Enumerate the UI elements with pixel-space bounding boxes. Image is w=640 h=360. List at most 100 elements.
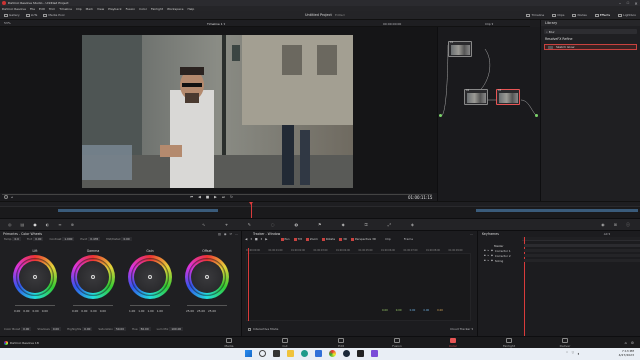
file-explorer-icon[interactable] — [287, 350, 294, 357]
menu-item-trim[interactable]: Trim — [49, 7, 55, 11]
library-search[interactable]: ⌕ Blur — [544, 29, 637, 34]
menu-item-playback[interactable]: Playback — [108, 7, 121, 11]
menu-item-workspace[interactable]: Workspace — [167, 7, 183, 11]
color-wheel[interactable] — [13, 255, 57, 299]
param-value[interactable]: 0.00 — [21, 327, 32, 331]
keyframe-diamond-icon[interactable]: ◆ — [491, 249, 493, 252]
wheel-value[interactable]: 1.00 — [157, 309, 163, 313]
effects-toggle[interactable]: Effects — [594, 13, 610, 17]
curves-icon[interactable]: ∿ — [202, 222, 205, 227]
clips-toggle[interactable]: Clips — [552, 13, 564, 17]
wheel-value[interactable]: 1.00 — [147, 309, 153, 313]
wheel-puck[interactable] — [91, 275, 95, 279]
magic-mask-icon[interactable]: ⚑ — [318, 222, 322, 227]
page-tab-fusion[interactable]: Fusion — [382, 338, 412, 348]
timeline-toggle[interactable]: Timeline — [526, 13, 544, 17]
param-value[interactable]: 0.00 — [82, 327, 93, 331]
menu-item-edit[interactable]: Edit — [39, 7, 45, 11]
param-value[interactable]: 0.00 — [121, 237, 132, 241]
play-icon[interactable]: ▶ — [214, 195, 217, 199]
param-pivot[interactable]: Pivot 0.435 — [80, 237, 101, 241]
task-view-icon[interactable] — [273, 350, 280, 357]
node-03[interactable]: 03 — [496, 89, 520, 105]
expand-icon[interactable]: ▸ — [488, 254, 489, 257]
mini-timeline[interactable] — [0, 201, 640, 219]
page-tab-deliver[interactable]: Deliver — [550, 338, 580, 348]
camera-raw-icon[interactable]: ◎ — [8, 222, 12, 227]
color-wheels-icon[interactable]: ◉ — [33, 222, 37, 227]
param-value[interactable]: 50.00 — [113, 327, 126, 331]
search-taskbar-icon[interactable] — [259, 350, 266, 357]
stop-icon[interactable]: ■ — [206, 195, 209, 199]
loop-icon[interactable]: ↻ — [230, 195, 233, 199]
lock-icon[interactable]: ▪ — [484, 259, 486, 262]
color-wheel[interactable] — [71, 255, 115, 299]
param-tint[interactable]: Tint 0.00 — [27, 237, 44, 241]
wheel-value[interactable]: 25.00 — [208, 309, 216, 313]
param-color-boost[interactable]: Color Boost 0.00 — [4, 327, 32, 331]
info-icon[interactable]: ⓘ — [626, 222, 630, 228]
wheel-value[interactable]: 0.00 — [81, 309, 87, 313]
param-lum-mix[interactable]: Lum Mix 100.00 — [157, 327, 184, 331]
param-value[interactable]: 1.000 — [62, 237, 75, 241]
param-value[interactable]: 50.00 — [138, 327, 151, 331]
clip-track-right[interactable] — [476, 209, 638, 212]
wheel-value[interactable]: 1.00 — [138, 309, 144, 313]
wheel-value[interactable]: 25.00 — [197, 309, 205, 313]
page-tab-cut[interactable]: Cut — [270, 338, 300, 348]
wheel-value[interactable]: 0.00 — [90, 309, 96, 313]
bars-mode-icon[interactable]: ▥ — [218, 232, 221, 236]
timeline-selector[interactable]: Timeline 1 ▾ — [207, 22, 225, 26]
menu-item-fusion[interactable]: Fusion — [126, 7, 136, 11]
tracker-check-rotate[interactable]: Rotate — [321, 237, 335, 241]
more-options-icon[interactable]: ⋯ — [470, 232, 473, 236]
blur-icon[interactable]: ◆ — [342, 222, 345, 227]
library-item-sketch-glow[interactable]: Sketch Glow — [544, 44, 637, 50]
network-icon[interactable]: ⌔ — [571, 350, 575, 356]
tracker-check-zoom[interactable]: Zoom — [305, 237, 318, 241]
gallery-button[interactable]: Gallery — [4, 13, 20, 17]
menu-item-clip[interactable]: Clip — [76, 7, 82, 11]
menu-item-help[interactable]: Help — [187, 7, 194, 11]
scopes-icon[interactable]: ⊞ — [614, 222, 617, 227]
zoom-level[interactable]: 53% — [4, 21, 11, 25]
node-01[interactable]: 01 — [448, 41, 472, 57]
page-tab-edit[interactable]: Edit — [326, 338, 356, 348]
keyframe-track[interactable] — [524, 244, 640, 247]
lock-icon[interactable]: ▪ — [484, 254, 486, 257]
param-highlights[interactable]: Highlights 0.00 — [67, 327, 93, 331]
playback-options-icon[interactable]: ◂ — [11, 195, 13, 199]
param-value[interactable]: 0.435 — [88, 237, 101, 241]
clip-mode-selector[interactable]: Clip ▾ — [485, 22, 493, 26]
track-forward-icon[interactable]: ⏵ — [261, 237, 263, 241]
settings-icon[interactable]: ⚙ — [631, 341, 634, 345]
skip-forward-icon[interactable]: ⏭ — [222, 195, 225, 199]
param-contrast[interactable]: Contrast 1.000 — [49, 237, 75, 241]
wheel-puck[interactable] — [33, 275, 37, 279]
chrome-icon[interactable] — [329, 350, 336, 357]
master-wheel-slider[interactable] — [73, 305, 113, 306]
page-tab-media[interactable]: Media — [214, 338, 244, 348]
video-frame[interactable] — [82, 35, 353, 188]
param-shadows[interactable]: Shadows 0.00 — [37, 327, 62, 331]
tracker-mode-select[interactable]: Clip — [385, 237, 391, 241]
wheel-value[interactable]: 1.00 — [129, 309, 135, 313]
menu-item-mark[interactable]: Mark — [86, 7, 93, 11]
lock-icon[interactable]: ▪ — [484, 249, 486, 252]
master-wheel-slider[interactable] — [15, 305, 55, 306]
tracker-icon[interactable]: ◍ — [294, 222, 298, 227]
keyframe-track[interactable] — [524, 259, 640, 262]
tracker-check-pan[interactable]: Pan — [280, 237, 290, 241]
wheel-value[interactable]: 0.00 — [32, 309, 38, 313]
page-tab-color[interactable]: Color — [438, 338, 468, 348]
davinci-taskbar-icon[interactable] — [357, 350, 364, 357]
track-reverse-icon[interactable]: ⏴ — [250, 237, 252, 241]
minimize-icon[interactable]: – — [616, 1, 624, 6]
wheel-value[interactable]: 0.00 — [100, 309, 106, 313]
interactive-mode-checkbox[interactable] — [248, 327, 251, 331]
media-pool-button[interactable]: Media Pool — [43, 13, 64, 17]
wheel-value[interactable]: 0.00 — [14, 309, 20, 313]
node-02[interactable]: 02 — [464, 89, 488, 105]
keyframe-track[interactable] — [524, 249, 640, 252]
expand-icon[interactable]: ▸ — [488, 249, 489, 252]
